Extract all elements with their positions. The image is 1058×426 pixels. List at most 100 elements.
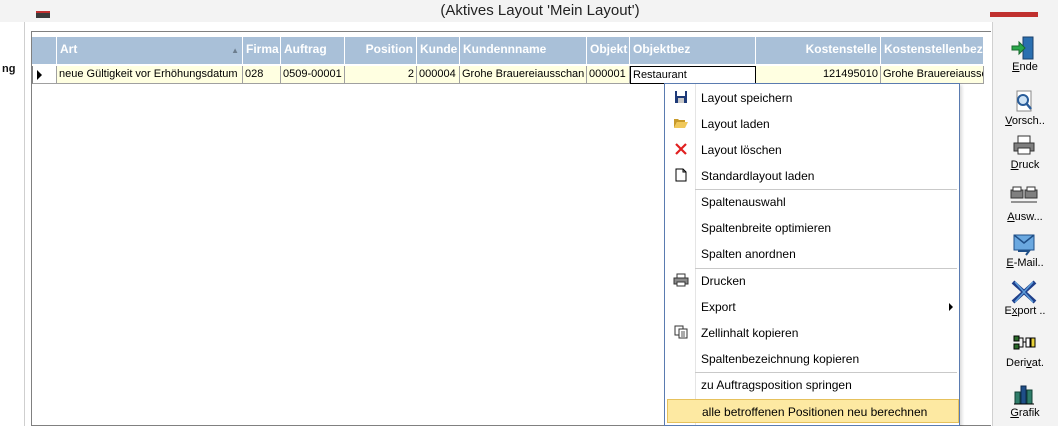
- menu-item-zu-auftragsposition-springen[interactable]: zu Auftragsposition springen: [667, 373, 959, 397]
- menu-item-label: zu Auftragsposition springen: [701, 378, 852, 392]
- column-header-label: Objekt: [590, 42, 628, 56]
- column-header-kunde[interactable]: Kunde: [417, 37, 460, 65]
- column-header-objekt[interactable]: Objekt: [587, 37, 630, 65]
- cell-kunde[interactable]: 000004: [417, 66, 460, 84]
- sort-ascending-icon: ▲: [231, 46, 239, 55]
- menu-item-spalten-anordnen[interactable]: Spalten anordnen: [667, 242, 959, 266]
- cell-auftrag[interactable]: 0509-00001: [281, 66, 345, 84]
- cell-firma[interactable]: 028: [243, 66, 281, 84]
- column-header-objektbez[interactable]: Objektbez: [630, 37, 756, 65]
- printer-icon: [1009, 134, 1039, 158]
- active-layout-caption: (Aktives Layout 'Mein Layout'): [440, 2, 640, 19]
- cell-art[interactable]: neue Gültigkeit vor Erhöhungsdatum: [57, 66, 243, 84]
- menu-item-label: Standardlayout laden: [701, 169, 815, 183]
- derivat-button[interactable]: Derivat.: [993, 332, 1058, 378]
- column-header-firma[interactable]: Firma: [243, 37, 281, 65]
- menu-item-spaltenbreite-optimieren[interactable]: Spaltenbreite optimieren: [667, 216, 959, 240]
- printer-icon: [673, 273, 689, 289]
- magnifier-icon: [1009, 90, 1039, 114]
- menu-item-label: Spaltenauswahl: [701, 195, 786, 209]
- menu-item-label: Zellinhalt kopieren: [701, 326, 799, 340]
- column-header-auftrag[interactable]: Auftrag: [281, 37, 345, 65]
- blank-page-icon: [673, 168, 689, 184]
- right-toolbar: Ende Vorsch.. Druck Ausw... E-Mail.. Exp…: [992, 22, 1058, 426]
- menu-item-label: Layout löschen: [701, 143, 782, 157]
- cell-kostenstelle[interactable]: 121495010: [756, 66, 881, 84]
- menu-item-export[interactable]: Export: [667, 295, 959, 319]
- export-button[interactable]: Export ..: [993, 280, 1058, 326]
- column-header-art[interactable]: Art ▲: [57, 37, 243, 65]
- cell-position[interactable]: 2: [345, 66, 417, 84]
- left-panel-text-fragment: ng: [2, 63, 16, 75]
- column-header-label: Position: [365, 42, 413, 56]
- email-label: E-Mail..: [1006, 257, 1044, 269]
- column-header-position[interactable]: Position: [345, 37, 417, 65]
- grafik-button[interactable]: Grafik: [993, 382, 1058, 426]
- derivat-label: Derivat.: [1006, 357, 1044, 369]
- title-strip: (Aktives Layout 'Mein Layout'): [0, 0, 1058, 22]
- left-panel-divider: [24, 22, 25, 426]
- derivat-icon: [1009, 332, 1039, 356]
- menu-item-drucken[interactable]: Drucken: [667, 269, 959, 293]
- menu-item-spaltenbezeichnung-kopieren[interactable]: Spaltenbezeichnung kopieren: [667, 347, 959, 371]
- cell-objekt[interactable]: 000001: [587, 66, 630, 84]
- export-icon: [1009, 280, 1039, 304]
- menu-item-layout-loeschen[interactable]: Layout löschen: [667, 138, 959, 162]
- column-header-label: Art: [60, 42, 78, 56]
- column-header-label: Kunde: [420, 42, 458, 56]
- open-folder-icon: [673, 116, 689, 132]
- column-header-label: Kostenstelle: [805, 42, 877, 56]
- cell-objektbez-selected[interactable]: Restaurant: [630, 66, 756, 84]
- column-header-label: Objektbez: [633, 42, 691, 56]
- menu-item-zellinhalt-kopieren[interactable]: Zellinhalt kopieren: [667, 321, 959, 345]
- column-header-kostenstellenbez[interactable]: Kostenstellenbez: [881, 37, 984, 65]
- ende-label: Ende: [1012, 61, 1038, 73]
- multi-printer-icon: [1009, 186, 1039, 210]
- menu-item-standardlayout-laden[interactable]: Standardlayout laden: [667, 164, 959, 188]
- column-header-label: Firma: [246, 42, 279, 56]
- menu-item-positionen-neu-berechnen[interactable]: alle betroffenen Positionen neu berechne…: [667, 399, 959, 423]
- menu-item-spaltenauswahl[interactable]: Spaltenauswahl: [667, 190, 959, 214]
- email-icon: [1009, 232, 1039, 256]
- auswahl-label: Ausw...: [1007, 211, 1043, 223]
- context-menu: Layout speichern Layout laden Layout lös…: [664, 83, 960, 426]
- column-header-label: Auftrag: [284, 42, 327, 56]
- menu-item-label: Spalten anordnen: [701, 247, 796, 261]
- red-status-bar: [990, 12, 1038, 17]
- menu-item-layout-laden[interactable]: Layout laden: [667, 112, 959, 136]
- copy-icon: [673, 325, 689, 341]
- current-row-arrow-icon: [37, 70, 42, 80]
- chart-icon: [1009, 382, 1039, 406]
- column-header-label: Kundennname: [463, 42, 547, 56]
- menu-item-label: Spaltenbreite optimieren: [701, 221, 832, 235]
- column-header-kundenname[interactable]: Kundennname: [460, 37, 587, 65]
- vorschau-label: Vorsch..: [1005, 115, 1045, 127]
- vorschau-button[interactable]: Vorsch..: [993, 90, 1058, 136]
- menu-item-label: Spaltenbezeichnung kopieren: [701, 352, 860, 366]
- cell-kundenname[interactable]: Grohe Brauereiausschan: [460, 66, 587, 84]
- cell-kostenstellenbez[interactable]: Grohe Brauereiaussc: [881, 66, 984, 84]
- column-header-kostenstelle[interactable]: Kostenstelle: [756, 37, 881, 65]
- email-button[interactable]: E-Mail..: [993, 232, 1058, 278]
- save-icon: [673, 90, 689, 106]
- submenu-arrow-icon: [949, 303, 953, 311]
- menu-item-label: alle betroffenen Positionen neu berechne…: [702, 405, 928, 419]
- grafik-label: Grafik: [1010, 407, 1040, 419]
- table-row[interactable]: neue Gültigkeit vor Erhöhungsdatum 028 0…: [32, 66, 984, 84]
- druck-label: Druck: [1010, 159, 1040, 171]
- window-flag-icon: [36, 11, 50, 18]
- menu-item-label: Layout laden: [701, 117, 770, 131]
- menu-item-label: Export: [701, 300, 736, 314]
- application-window: (Aktives Layout 'Mein Layout') ng Art ▲ F…: [0, 0, 1058, 426]
- ende-button[interactable]: Ende: [993, 36, 1058, 82]
- menu-item-label: Drucken: [701, 274, 746, 288]
- exit-door-icon: [1009, 36, 1039, 60]
- delete-x-icon: [673, 142, 689, 158]
- column-header-label: Kostenstellenbez: [884, 42, 983, 56]
- row-indicator[interactable]: [32, 66, 57, 84]
- grid-corner-cell[interactable]: [32, 37, 57, 65]
- menu-item-label: Layout speichern: [701, 91, 793, 105]
- menu-item-layout-speichern[interactable]: Layout speichern: [667, 86, 959, 110]
- druck-button[interactable]: Druck: [993, 134, 1058, 180]
- auswahl-button[interactable]: Ausw...: [993, 186, 1058, 232]
